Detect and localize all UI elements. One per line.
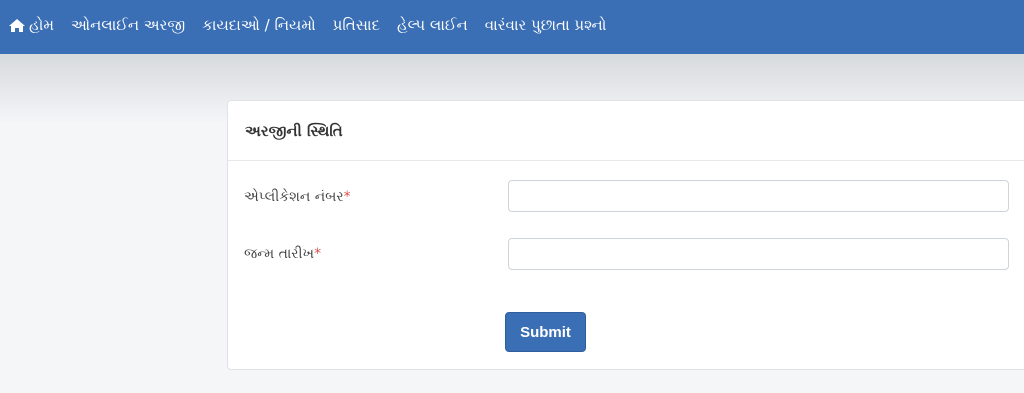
nav-item-label: હેલ્પ લાઈન (396, 16, 468, 34)
nav-item-helpline[interactable]: હેલ્પ લાઈન (397, 16, 468, 34)
required-mark: * (314, 246, 322, 262)
nav-item-feedback[interactable]: પ્રતિસાદ (333, 16, 380, 34)
birth-date-label: જન્મ તારીખ* (244, 246, 321, 262)
nav-item-label: વારંવાર પુછાતા પ્રશ્નો (484, 16, 607, 34)
nav-item-label: પ્રતિસાદ (332, 16, 380, 34)
nav-item-online-application[interactable]: ઓનલાઈન અરજી (71, 16, 185, 34)
nav-item-home[interactable]: હોમ (8, 16, 54, 34)
birth-date-input[interactable] (508, 238, 1009, 270)
nav-item-laws-rules[interactable]: કાયદાઓ / નિયમો (202, 16, 315, 34)
card-title: અરજીની સ્થિતિ (245, 121, 343, 140)
nav-item-faq[interactable]: વારંવાર પુછાતા પ્રશ્નો (485, 16, 607, 34)
birth-date-label-text: જન્મ તારીખ (244, 246, 315, 262)
required-mark: * (343, 189, 351, 205)
nav-item-label: કાયદાઓ / નિયમો (202, 16, 316, 34)
home-icon (9, 18, 25, 32)
nav-item-home-label: હોમ (29, 16, 55, 34)
application-number-label-text: એપ્લીકેશન નંબર (244, 189, 344, 205)
card-header: અરજીની સ્થિતિ (228, 101, 1024, 161)
top-navbar: હોમ ઓનલાઈન અરજી કાયદાઓ / નિયમો પ્રતિસાદ … (0, 0, 1024, 54)
application-number-input[interactable] (508, 180, 1009, 212)
nav-item-label: ઓનલાઈન અરજી (71, 16, 186, 34)
application-status-card: અરજીની સ્થિતિ એપ્લીકેશન નંબર* જન્મ તારીખ… (227, 100, 1024, 370)
submit-button[interactable]: Submit (505, 312, 586, 352)
application-number-label: એપ્લીકેશન નંબર* (244, 189, 351, 205)
